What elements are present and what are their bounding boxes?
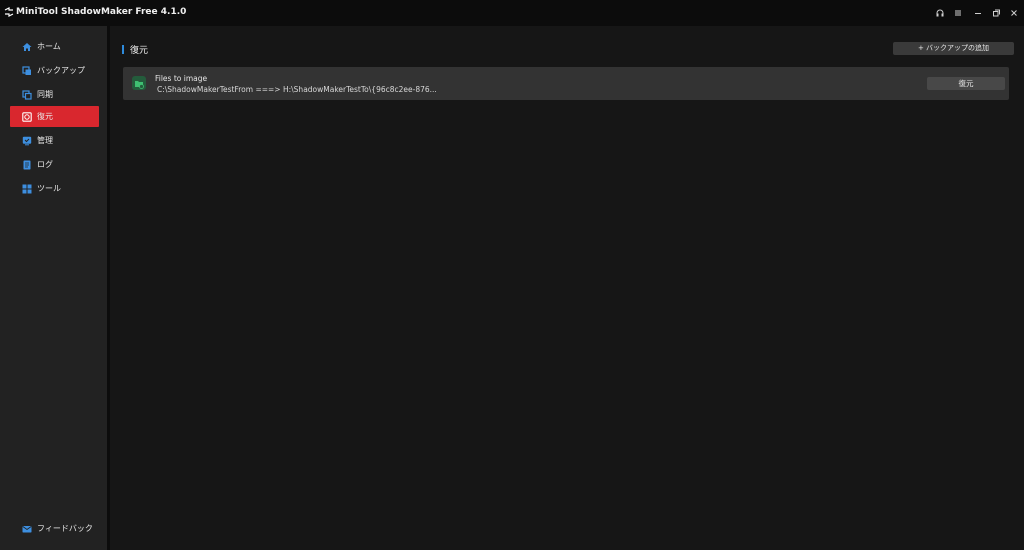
title-bar: MiniTool ShadowMaker Free 4.1.0 bbox=[0, 0, 1024, 26]
folder-restore-icon bbox=[132, 76, 146, 90]
mail-icon bbox=[22, 525, 32, 532]
close-icon[interactable] bbox=[1006, 6, 1022, 20]
task-path: C:\ShadowMakerTestFrom ===> H:\ShadowMak… bbox=[157, 85, 437, 94]
title-accent-bar bbox=[122, 45, 124, 54]
restore-task-row[interactable]: Files to image C:\ShadowMakerTestFrom ==… bbox=[123, 67, 1009, 100]
log-icon bbox=[23, 160, 31, 169]
restore-button[interactable]: 復元 bbox=[927, 77, 1005, 90]
page-title: 復元 bbox=[130, 46, 149, 56]
sidebar-item-home[interactable]: ホーム bbox=[10, 36, 99, 57]
sidebar-item-log[interactable]: ログ bbox=[10, 154, 99, 175]
sidebar: ホーム バックアップ 同期 復元 管理 ログ ツール フィードバック bbox=[0, 26, 107, 550]
sidebar-item-label: ログ bbox=[37, 160, 53, 169]
task-title: Files to image bbox=[155, 74, 208, 83]
feedback-button[interactable]: フィードバック bbox=[10, 518, 99, 539]
sidebar-item-backup[interactable]: バックアップ bbox=[10, 60, 99, 81]
minimize-icon[interactable] bbox=[970, 6, 986, 20]
maximize-icon[interactable] bbox=[988, 6, 1004, 20]
feedback-label: フィードバック bbox=[37, 524, 93, 533]
app-title: MiniTool ShadowMaker Free 4.1.0 bbox=[16, 7, 187, 17]
sidebar-item-label: 同期 bbox=[37, 90, 53, 99]
sidebar-item-label: 管理 bbox=[37, 136, 53, 145]
add-backup-button[interactable]: + バックアップの追加 bbox=[893, 42, 1014, 55]
sidebar-item-tools[interactable]: ツール bbox=[10, 178, 99, 199]
main-panel: 復元 + バックアップの追加 Files to image C:\ShadowM… bbox=[110, 26, 1024, 550]
sidebar-item-label: バックアップ bbox=[37, 66, 85, 75]
sidebar-item-label: ツール bbox=[37, 184, 61, 193]
sidebar-item-label: ホーム bbox=[37, 42, 61, 51]
home-icon bbox=[22, 42, 32, 51]
sidebar-item-label: 復元 bbox=[37, 112, 53, 121]
sidebar-item-manage[interactable]: 管理 bbox=[10, 130, 99, 151]
backup-icon bbox=[22, 65, 31, 75]
menu-icon[interactable] bbox=[950, 6, 966, 20]
sidebar-item-restore[interactable]: 復元 bbox=[10, 106, 99, 127]
tools-icon bbox=[22, 184, 32, 193]
restore-icon bbox=[22, 111, 32, 122]
sidebar-item-sync[interactable]: 同期 bbox=[10, 84, 99, 105]
app-logo-icon bbox=[4, 7, 14, 17]
manage-icon bbox=[22, 136, 32, 145]
sync-icon bbox=[22, 89, 32, 100]
headset-icon[interactable] bbox=[932, 6, 948, 20]
